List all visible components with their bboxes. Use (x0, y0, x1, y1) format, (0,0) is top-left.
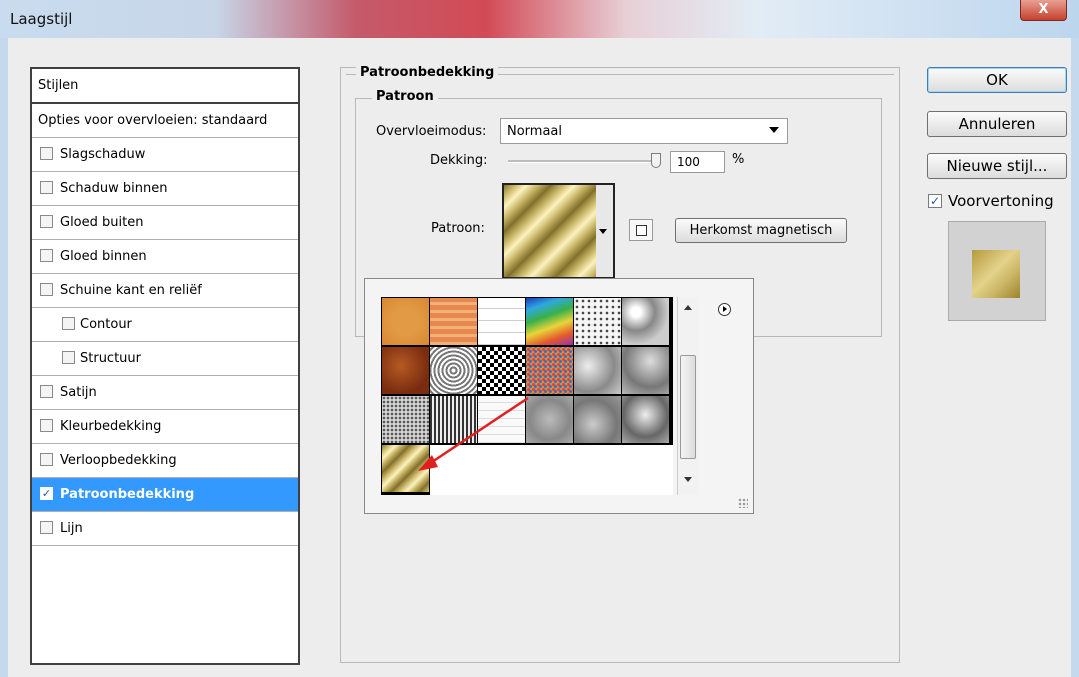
opacity-slider[interactable] (508, 160, 658, 163)
blend-options-label: Opties voor overvloeien: standaard (38, 113, 268, 128)
style-item-schuine-kant-en-reli-f[interactable]: Schuine kant en reliëf (32, 274, 298, 308)
style-item-schaduw-binnen[interactable]: Schaduw binnen (32, 172, 298, 206)
window-title: Laagstijl (10, 10, 73, 28)
scroll-up-icon[interactable] (684, 305, 692, 310)
opacity-input[interactable]: 100 (670, 151, 725, 173)
style-item-label: Verloopbedekking (60, 453, 177, 468)
pattern-dark-stitch[interactable] (430, 396, 477, 443)
pattern-white-grid[interactable] (478, 298, 525, 345)
style-item-kleurbedekking[interactable]: Kleurbedekking (32, 410, 298, 444)
style-item-label: Schuine kant en reliëf (60, 283, 202, 298)
style-item-satijn[interactable]: Satijn (32, 376, 298, 410)
style-checkbox[interactable] (40, 521, 53, 534)
preview-swatch (972, 250, 1020, 298)
pattern-grey-stone[interactable] (622, 347, 669, 394)
snap-to-origin-button[interactable]: Herkomst magnetisch (675, 218, 847, 243)
style-checkbox[interactable] (62, 351, 75, 364)
pattern-scrollbar[interactable] (677, 297, 699, 495)
style-item-label: Slagschaduw (60, 147, 146, 162)
style-item-verloopbedekking[interactable]: Verloopbedekking (32, 444, 298, 478)
style-item-label: Patroonbedekking (60, 487, 195, 502)
ok-button[interactable]: OK (927, 67, 1067, 93)
style-checkbox[interactable] (40, 453, 53, 466)
preview-checkbox[interactable]: ✓ (928, 194, 942, 208)
pattern-swatch[interactable] (502, 183, 600, 279)
style-item-label: Lijn (60, 521, 83, 536)
style-item-label: Gloed buiten (60, 215, 144, 230)
pattern-label: Patroon: (431, 221, 485, 236)
pattern-orange-grid[interactable] (430, 298, 477, 345)
style-item-slagschaduw[interactable]: Slagschaduw (32, 138, 298, 172)
chevron-down-icon (769, 127, 779, 133)
style-checkbox[interactable] (40, 419, 53, 432)
title-bar: Laagstijl X (0, 0, 1079, 38)
pattern-orange-solid[interactable] (382, 298, 429, 345)
opacity-label: Dekking: (430, 153, 488, 168)
pattern-gold-diagonal[interactable] (382, 445, 429, 492)
style-checkbox[interactable] (62, 317, 75, 330)
pattern-white-speckle[interactable] (574, 298, 621, 345)
scroll-thumb[interactable] (680, 355, 696, 459)
style-checkbox[interactable] (40, 249, 53, 262)
blend-mode-value: Normaal (507, 124, 563, 139)
styles-header-label: Stijlen (38, 78, 79, 93)
preview-label: Voorvertoning (948, 192, 1054, 210)
style-item-gloed-binnen[interactable]: Gloed binnen (32, 240, 298, 274)
style-item-lijn[interactable]: Lijn (32, 512, 298, 546)
styles-list: Stijlen Opties voor overvloeien: standaa… (30, 67, 300, 665)
pattern-grey-rock[interactable] (622, 396, 669, 443)
pattern-grey-clouds-dark[interactable] (574, 396, 621, 443)
style-item-contour[interactable]: Contour (32, 308, 298, 342)
style-item-label: Schaduw binnen (60, 181, 168, 196)
cancel-button[interactable]: Annuleren (927, 111, 1067, 137)
pattern-grey-noise[interactable] (382, 396, 429, 443)
close-button[interactable]: X (1020, 0, 1067, 21)
pattern-multicolor-noise[interactable] (526, 347, 573, 394)
new-style-button[interactable]: Nieuwe stijl... (927, 153, 1067, 179)
style-checkbox[interactable] (40, 283, 53, 296)
pattern-grid (381, 297, 673, 495)
picker-menu-icon[interactable] (718, 303, 731, 316)
create-preset-button[interactable] (629, 219, 653, 241)
pattern-checkerboard[interactable] (478, 347, 525, 394)
style-item-label: Contour (80, 317, 132, 332)
window-frame-right (1071, 38, 1079, 677)
style-item-label: Gloed binnen (60, 249, 147, 264)
blend-options-item[interactable]: Opties voor overvloeien: standaard (32, 104, 298, 138)
chevron-down-icon (599, 229, 607, 234)
pattern-grey-blotches[interactable] (526, 396, 573, 443)
pattern-grid-empty (430, 445, 673, 495)
pattern-grey-crackle[interactable] (622, 298, 669, 345)
styles-header[interactable]: Stijlen (32, 69, 298, 104)
style-item-patroonbedekking[interactable]: ✓ Patroonbedekking (32, 478, 298, 512)
opacity-slider-thumb[interactable] (651, 153, 661, 168)
new-preset-icon (636, 225, 647, 236)
style-item-label: Satijn (60, 385, 97, 400)
close-icon: X (1038, 2, 1049, 17)
style-checkbox[interactable] (40, 147, 53, 160)
opacity-unit: % (732, 152, 745, 167)
style-checkbox[interactable] (40, 215, 53, 228)
style-checkbox[interactable]: ✓ (40, 487, 53, 500)
style-item-gloed-buiten[interactable]: Gloed buiten (32, 206, 298, 240)
resize-grip-icon[interactable] (738, 498, 748, 508)
style-item-structuur[interactable]: Structuur (32, 342, 298, 376)
pattern-grey-clouds[interactable] (574, 347, 621, 394)
pattern-light-brick[interactable] (478, 396, 525, 443)
pattern-rainbow-bands[interactable] (526, 298, 573, 345)
section-title: Patroonbedekking (356, 65, 499, 80)
blend-mode-label: Overvloeimodus: (376, 124, 487, 139)
style-checkbox[interactable] (40, 181, 53, 194)
window-frame-left (0, 38, 8, 677)
pattern-dropdown-button[interactable] (596, 183, 615, 279)
group-title: Patroon (372, 89, 438, 104)
pattern-concentric-squares[interactable] (430, 347, 477, 394)
style-item-label: Kleurbedekking (60, 419, 162, 434)
scroll-down-icon[interactable] (684, 477, 692, 482)
blend-mode-select[interactable]: Normaal (500, 118, 788, 144)
style-item-label: Structuur (80, 351, 142, 366)
pattern-rust-texture[interactable] (382, 347, 429, 394)
style-checkbox[interactable] (40, 385, 53, 398)
